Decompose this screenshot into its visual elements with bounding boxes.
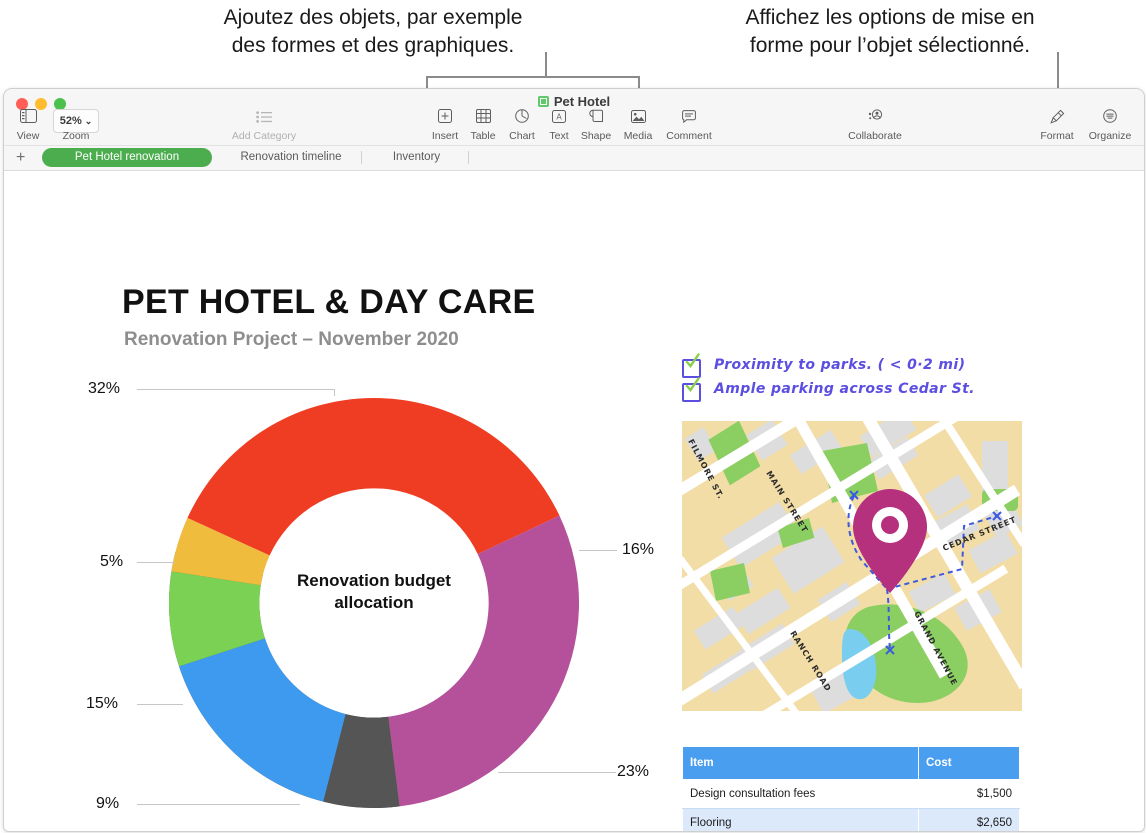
app-window: Pet Hotel View 52% ⌄ Zoom Add Category I… (3, 88, 1145, 832)
zoom-value: 52% (59, 115, 82, 127)
svg-text:A: A (556, 113, 562, 122)
donut-slice-fixtures (388, 515, 580, 807)
list-icon (209, 109, 319, 129)
numbers-document-icon (537, 96, 549, 107)
map-image[interactable]: FILMORE ST. MAIN STREET CEDAR STREET RAN… (682, 421, 1022, 711)
donut-leader-16 (579, 550, 617, 551)
map-svg: FILMORE ST. MAIN STREET CEDAR STREET RAN… (682, 421, 1022, 711)
table-cell-cost[interactable]: $1,500 (918, 779, 1020, 809)
sheet-tab-inventory[interactable]: Inventory (369, 148, 464, 167)
checklist-text: Proximity to parks. ( < 0·2 mi) (714, 357, 966, 373)
red-circle-annotation (600, 828, 684, 831)
slide-title: PET HOTEL & DAY CARE (122, 283, 536, 321)
chevron-down-icon: ⌄ (84, 116, 93, 126)
paintbrush-icon (1029, 109, 1085, 129)
slide-subtitle: Renovation Project – November 2020 (124, 329, 459, 350)
sheet-tab-bar: + Pet Hotel renovation Renovation timeli… (4, 146, 1144, 171)
donut-leader-23 (498, 772, 616, 773)
donut-leader-9 (137, 804, 300, 805)
toolbar-organize-label: Organize (1088, 130, 1132, 142)
toolbar-format-button[interactable]: Format (1029, 109, 1085, 142)
table-header-item[interactable]: Item (682, 746, 919, 780)
checklist-item[interactable]: Proximity to parks. ( < 0·2 mi) (682, 353, 1032, 381)
comment-bubble-icon (657, 109, 721, 129)
checklist-text: Ample parking across Cedar St. (714, 381, 975, 397)
donut-leader-5 (137, 562, 175, 563)
document-title: Pet Hotel (4, 94, 1144, 109)
toolbar-zoom-control[interactable]: 52% ⌄ Zoom (46, 109, 106, 142)
sheet-tab-pet-hotel-renovation[interactable]: Pet Hotel renovation (42, 148, 212, 167)
handwritten-checklist[interactable]: Proximity to parks. ( < 0·2 mi) Ample pa… (682, 353, 1032, 405)
toolbar-collaborate-label: Collaborate (848, 130, 902, 142)
donut-chart[interactable]: Renovation budget allocation (164, 393, 584, 813)
callout-right-text: Affichez les options de mise en forme po… (745, 6, 1035, 57)
donut-label-15: 15% (86, 695, 119, 712)
donut-center-label-line2: allocation (334, 593, 414, 612)
donut-center-label-line1: Renovation budget (297, 571, 451, 590)
table-row[interactable]: Design consultation fees $1,500 (682, 779, 1020, 809)
donut-label-32: 32% (88, 380, 121, 397)
organize-lines-icon (1079, 109, 1141, 129)
table-header-cost[interactable]: Cost (918, 746, 1020, 780)
collaborate-person-icon (842, 109, 908, 129)
donut-label-5: 5% (100, 553, 124, 570)
toolbar-collaborate-button[interactable]: Collaborate (842, 109, 908, 142)
add-sheet-button[interactable]: + (16, 149, 25, 167)
table-row[interactable]: Flooring $2,650 (682, 808, 1020, 831)
donut-leader-32 (137, 389, 334, 390)
toolbar-comment-label: Comment (666, 130, 712, 142)
check-mark-icon (685, 353, 700, 368)
budget-table-head: Item Cost (682, 746, 1020, 780)
donut-label-16: 16% (622, 541, 655, 558)
donut-label-9: 9% (96, 795, 120, 812)
sheet-tab-divider (468, 151, 469, 164)
document-title-text: Pet Hotel (553, 94, 611, 109)
zoom-value-pill[interactable]: 52% ⌄ (46, 109, 106, 133)
table-cell-cost[interactable]: $2,650 (918, 808, 1020, 831)
callout-left-text: Ajoutez des objets, par exemple des form… (223, 6, 523, 57)
budget-table-body: Design consultation fees $1,500 Flooring… (682, 779, 1020, 831)
toolbar-add-category-label: Add Category (231, 130, 297, 142)
callout-left-tick-a (426, 76, 428, 88)
callout-left-stem (545, 52, 547, 77)
donut-label-23: 23% (617, 763, 650, 780)
callout-left-bar (426, 76, 640, 78)
donut-leader-15 (137, 704, 183, 705)
document-canvas[interactable]: PET HOTEL & DAY CARE Renovation Project … (4, 171, 1144, 831)
sheet-tab-renovation-timeline[interactable]: Renovation timeline (226, 148, 356, 167)
table-header-row: Item Cost (682, 746, 1020, 780)
sheet-tab-divider (361, 151, 362, 164)
checklist-item[interactable]: Ample parking across Cedar St. (682, 377, 1032, 405)
toolbar-add-category-button[interactable]: Add Category (209, 109, 319, 142)
callout-left-tick-b (638, 76, 640, 88)
donut-slice-design (179, 638, 346, 802)
toolbar-comment-button[interactable]: Comment (657, 109, 721, 142)
window-titlebar: Pet Hotel View 52% ⌄ Zoom Add Category I… (4, 89, 1144, 146)
toolbar-format-label: Format (1040, 130, 1074, 142)
check-mark-icon (685, 377, 700, 392)
table-cell-item[interactable]: Design consultation fees (682, 779, 919, 809)
toolbar-organize-button[interactable]: Organize (1079, 109, 1141, 142)
table-cell-item[interactable]: Flooring (682, 808, 919, 831)
donut-leader-tick-32 (334, 389, 335, 396)
budget-table[interactable]: Item Cost Design consultation fees $1,50… (682, 746, 1020, 831)
